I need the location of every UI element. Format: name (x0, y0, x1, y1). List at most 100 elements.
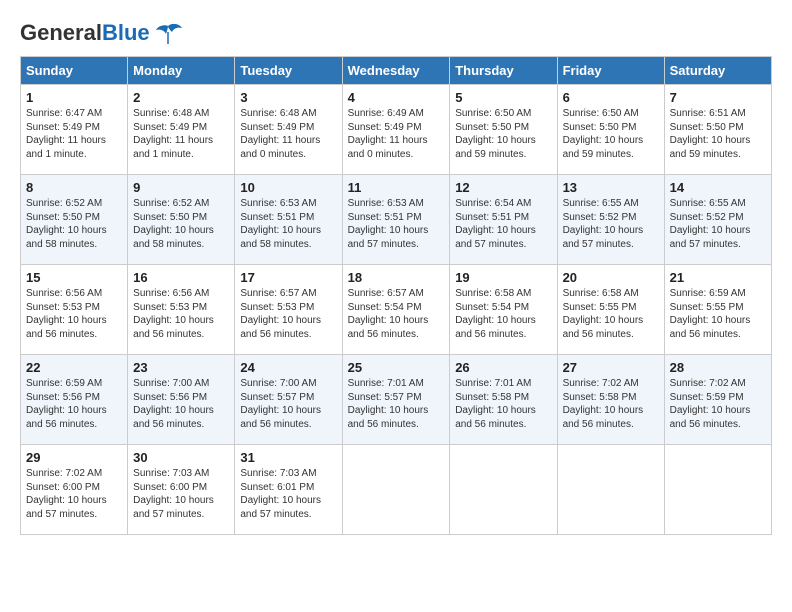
table-row: 16 Sunrise: 6:56 AMSunset: 5:53 PMDaylig… (128, 265, 235, 355)
day-info: Sunrise: 6:55 AMSunset: 5:52 PMDaylight:… (670, 198, 751, 250)
table-row: 31 Sunrise: 7:03 AMSunset: 6:01 PMDaylig… (235, 445, 342, 535)
table-row: 29 Sunrise: 7:02 AMSunset: 6:00 PMDaylig… (21, 445, 128, 535)
table-row: 7 Sunrise: 6:51 AMSunset: 5:50 PMDayligh… (664, 85, 771, 175)
table-row: 24 Sunrise: 7:00 AMSunset: 5:57 PMDaylig… (235, 355, 342, 445)
day-info: Sunrise: 7:00 AMSunset: 5:57 PMDaylight:… (240, 378, 321, 430)
header-monday: Monday (128, 57, 235, 85)
table-row: 26 Sunrise: 7:01 AMSunset: 5:58 PMDaylig… (450, 355, 557, 445)
day-number: 14 (670, 180, 766, 195)
table-row: 23 Sunrise: 7:00 AMSunset: 5:56 PMDaylig… (128, 355, 235, 445)
calendar-week-row: 15 Sunrise: 6:56 AMSunset: 5:53 PMDaylig… (21, 265, 772, 355)
calendar-week-row: 29 Sunrise: 7:02 AMSunset: 6:00 PMDaylig… (21, 445, 772, 535)
day-number: 11 (348, 180, 445, 195)
calendar-week-row: 1 Sunrise: 6:47 AMSunset: 5:49 PMDayligh… (21, 85, 772, 175)
table-row: 22 Sunrise: 6:59 AMSunset: 5:56 PMDaylig… (21, 355, 128, 445)
logo-text: GeneralBlue (20, 20, 150, 46)
day-info: Sunrise: 6:59 AMSunset: 5:55 PMDaylight:… (670, 288, 751, 340)
table-row: 10 Sunrise: 6:53 AMSunset: 5:51 PMDaylig… (235, 175, 342, 265)
day-info: Sunrise: 6:57 AMSunset: 5:53 PMDaylight:… (240, 288, 321, 340)
calendar-week-row: 22 Sunrise: 6:59 AMSunset: 5:56 PMDaylig… (21, 355, 772, 445)
table-row (664, 445, 771, 535)
day-number: 25 (348, 360, 445, 375)
header-friday: Friday (557, 57, 664, 85)
table-row: 11 Sunrise: 6:53 AMSunset: 5:51 PMDaylig… (342, 175, 450, 265)
day-info: Sunrise: 6:59 AMSunset: 5:56 PMDaylight:… (26, 378, 107, 430)
day-info: Sunrise: 6:58 AMSunset: 5:55 PMDaylight:… (563, 288, 644, 340)
day-number: 19 (455, 270, 551, 285)
table-row: 8 Sunrise: 6:52 AMSunset: 5:50 PMDayligh… (21, 175, 128, 265)
day-info: Sunrise: 6:50 AMSunset: 5:50 PMDaylight:… (455, 108, 536, 160)
day-number: 3 (240, 90, 336, 105)
day-number: 31 (240, 450, 336, 465)
day-number: 23 (133, 360, 229, 375)
day-number: 24 (240, 360, 336, 375)
table-row: 20 Sunrise: 6:58 AMSunset: 5:55 PMDaylig… (557, 265, 664, 355)
day-info: Sunrise: 7:02 AMSunset: 6:00 PMDaylight:… (26, 468, 107, 520)
header-thursday: Thursday (450, 57, 557, 85)
day-number: 9 (133, 180, 229, 195)
table-row: 13 Sunrise: 6:55 AMSunset: 5:52 PMDaylig… (557, 175, 664, 265)
day-info: Sunrise: 6:48 AMSunset: 5:49 PMDaylight:… (133, 108, 213, 160)
weekday-header-row: Sunday Monday Tuesday Wednesday Thursday… (21, 57, 772, 85)
table-row: 21 Sunrise: 6:59 AMSunset: 5:55 PMDaylig… (664, 265, 771, 355)
day-number: 22 (26, 360, 122, 375)
day-info: Sunrise: 6:54 AMSunset: 5:51 PMDaylight:… (455, 198, 536, 250)
day-number: 12 (455, 180, 551, 195)
page-header: GeneralBlue (20, 20, 772, 46)
table-row (557, 445, 664, 535)
day-info: Sunrise: 6:52 AMSunset: 5:50 PMDaylight:… (26, 198, 107, 250)
day-number: 20 (563, 270, 659, 285)
header-saturday: Saturday (664, 57, 771, 85)
day-number: 30 (133, 450, 229, 465)
day-number: 5 (455, 90, 551, 105)
day-info: Sunrise: 7:02 AMSunset: 5:59 PMDaylight:… (670, 378, 751, 430)
table-row: 1 Sunrise: 6:47 AMSunset: 5:49 PMDayligh… (21, 85, 128, 175)
table-row: 17 Sunrise: 6:57 AMSunset: 5:53 PMDaylig… (235, 265, 342, 355)
day-number: 6 (563, 90, 659, 105)
day-number: 26 (455, 360, 551, 375)
day-info: Sunrise: 7:03 AMSunset: 6:01 PMDaylight:… (240, 468, 321, 520)
table-row (450, 445, 557, 535)
table-row (342, 445, 450, 535)
table-row: 2 Sunrise: 6:48 AMSunset: 5:49 PMDayligh… (128, 85, 235, 175)
day-info: Sunrise: 6:52 AMSunset: 5:50 PMDaylight:… (133, 198, 214, 250)
logo-bird-icon (154, 22, 182, 44)
day-number: 18 (348, 270, 445, 285)
day-info: Sunrise: 7:00 AMSunset: 5:56 PMDaylight:… (133, 378, 214, 430)
table-row: 6 Sunrise: 6:50 AMSunset: 5:50 PMDayligh… (557, 85, 664, 175)
day-info: Sunrise: 6:56 AMSunset: 5:53 PMDaylight:… (26, 288, 107, 340)
day-number: 15 (26, 270, 122, 285)
day-number: 28 (670, 360, 766, 375)
table-row: 28 Sunrise: 7:02 AMSunset: 5:59 PMDaylig… (664, 355, 771, 445)
logo: GeneralBlue (20, 20, 182, 46)
day-number: 29 (26, 450, 122, 465)
day-number: 4 (348, 90, 445, 105)
table-row: 12 Sunrise: 6:54 AMSunset: 5:51 PMDaylig… (450, 175, 557, 265)
day-number: 7 (670, 90, 766, 105)
table-row: 27 Sunrise: 7:02 AMSunset: 5:58 PMDaylig… (557, 355, 664, 445)
day-info: Sunrise: 6:58 AMSunset: 5:54 PMDaylight:… (455, 288, 536, 340)
header-tuesday: Tuesday (235, 57, 342, 85)
table-row: 4 Sunrise: 6:49 AMSunset: 5:49 PMDayligh… (342, 85, 450, 175)
day-number: 16 (133, 270, 229, 285)
table-row: 15 Sunrise: 6:56 AMSunset: 5:53 PMDaylig… (21, 265, 128, 355)
calendar-week-row: 8 Sunrise: 6:52 AMSunset: 5:50 PMDayligh… (21, 175, 772, 265)
header-wednesday: Wednesday (342, 57, 450, 85)
day-info: Sunrise: 6:50 AMSunset: 5:50 PMDaylight:… (563, 108, 644, 160)
day-info: Sunrise: 6:48 AMSunset: 5:49 PMDaylight:… (240, 108, 320, 160)
day-info: Sunrise: 6:53 AMSunset: 5:51 PMDaylight:… (240, 198, 321, 250)
day-info: Sunrise: 7:01 AMSunset: 5:58 PMDaylight:… (455, 378, 536, 430)
table-row: 30 Sunrise: 7:03 AMSunset: 6:00 PMDaylig… (128, 445, 235, 535)
day-info: Sunrise: 7:02 AMSunset: 5:58 PMDaylight:… (563, 378, 644, 430)
day-number: 1 (26, 90, 122, 105)
table-row: 18 Sunrise: 6:57 AMSunset: 5:54 PMDaylig… (342, 265, 450, 355)
day-info: Sunrise: 6:56 AMSunset: 5:53 PMDaylight:… (133, 288, 214, 340)
table-row: 14 Sunrise: 6:55 AMSunset: 5:52 PMDaylig… (664, 175, 771, 265)
table-row: 19 Sunrise: 6:58 AMSunset: 5:54 PMDaylig… (450, 265, 557, 355)
day-number: 8 (26, 180, 122, 195)
day-info: Sunrise: 6:55 AMSunset: 5:52 PMDaylight:… (563, 198, 644, 250)
day-info: Sunrise: 7:03 AMSunset: 6:00 PMDaylight:… (133, 468, 214, 520)
table-row: 9 Sunrise: 6:52 AMSunset: 5:50 PMDayligh… (128, 175, 235, 265)
day-number: 17 (240, 270, 336, 285)
day-info: Sunrise: 6:53 AMSunset: 5:51 PMDaylight:… (348, 198, 429, 250)
